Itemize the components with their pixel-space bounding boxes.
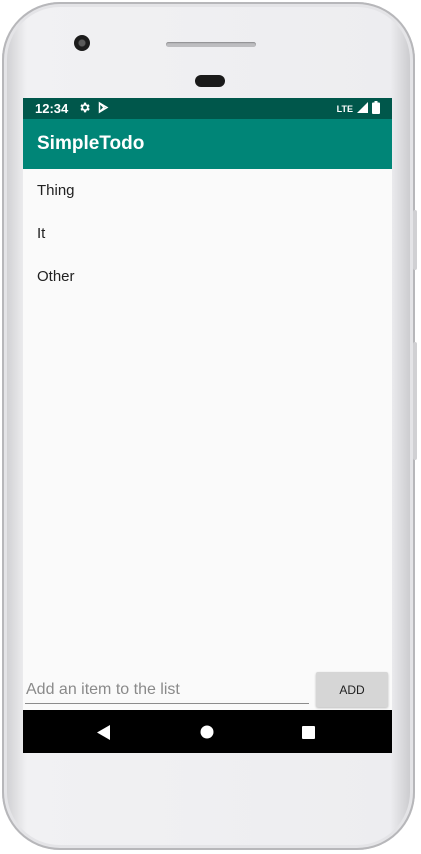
device-screen: 12:34 LTE SimpleTodo Thing It Other ADD bbox=[23, 98, 392, 753]
home-icon[interactable] bbox=[197, 722, 217, 742]
list-item[interactable]: Other bbox=[23, 255, 392, 298]
network-type: LTE bbox=[336, 103, 353, 114]
front-camera bbox=[74, 35, 90, 51]
list-item[interactable]: Thing bbox=[23, 169, 392, 212]
todo-list: Thing It Other bbox=[23, 169, 392, 298]
back-icon[interactable] bbox=[94, 722, 114, 742]
play-store-icon bbox=[97, 101, 109, 119]
earpiece-speaker bbox=[166, 42, 256, 47]
status-bar: 12:34 LTE bbox=[23, 98, 392, 119]
gear-icon bbox=[78, 101, 91, 119]
add-item-input[interactable] bbox=[25, 677, 309, 704]
app-title: SimpleTodo bbox=[37, 133, 145, 154]
volume-button bbox=[413, 342, 417, 460]
status-right-group: LTE bbox=[337, 101, 380, 116]
proximity-sensor bbox=[195, 75, 225, 87]
navigation-bar bbox=[23, 710, 392, 753]
app-bar: SimpleTodo bbox=[23, 119, 392, 169]
power-button bbox=[413, 210, 417, 270]
add-item-row: ADD bbox=[23, 670, 392, 710]
list-item[interactable]: It bbox=[23, 212, 392, 255]
battery-icon bbox=[372, 101, 380, 116]
signal-icon bbox=[357, 102, 368, 115]
recents-icon[interactable] bbox=[298, 722, 318, 742]
add-button[interactable]: ADD bbox=[316, 672, 388, 707]
status-time: 12:34 bbox=[35, 101, 69, 116]
